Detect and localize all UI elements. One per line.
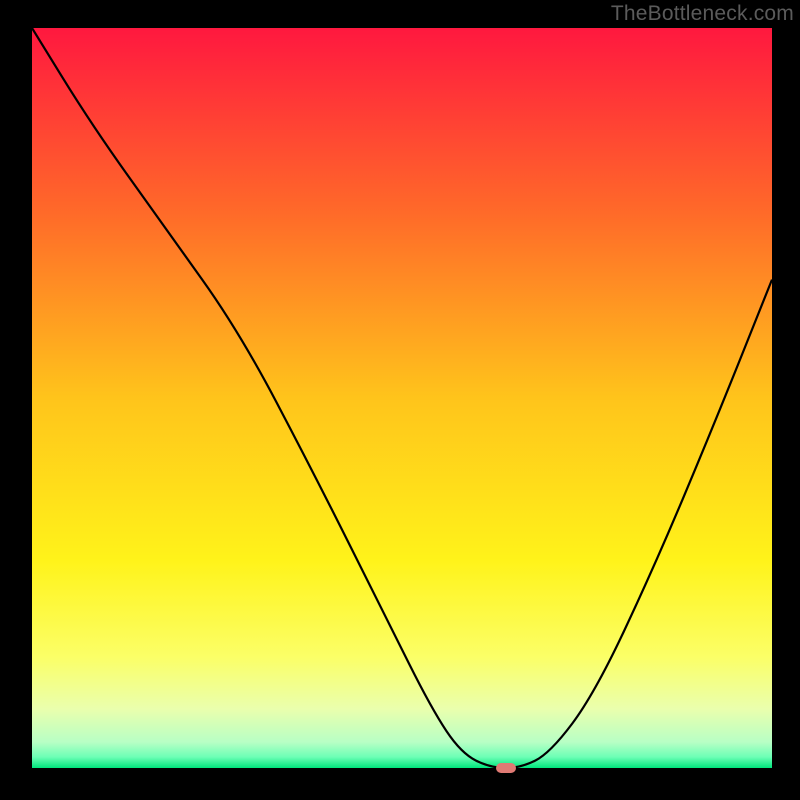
chart-frame: TheBottleneck.com bbox=[0, 0, 800, 800]
watermark-text: TheBottleneck.com bbox=[611, 2, 794, 26]
bottleneck-curve bbox=[32, 28, 772, 768]
plot-area bbox=[32, 28, 772, 768]
optimal-marker bbox=[496, 763, 516, 773]
curve-svg bbox=[32, 28, 772, 768]
